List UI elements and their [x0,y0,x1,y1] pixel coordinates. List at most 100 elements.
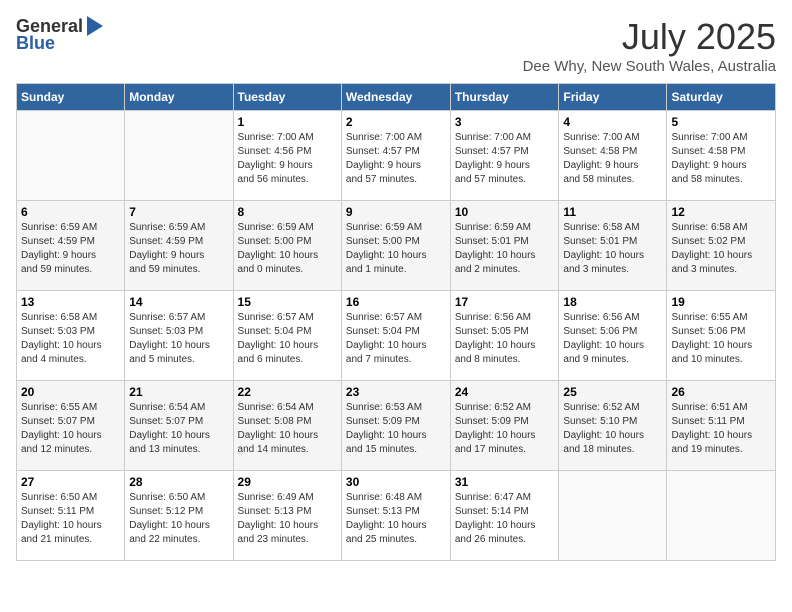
calendar-cell: 25 Sunrise: 6:52 AM Sunset: 5:10 PM Dayli… [559,381,667,471]
calendar-cell: 29Sunrise: 6:49 AM Sunset: 5:13 PM Dayli… [233,471,341,561]
calendar-cell: 27 Sunrise: 6:50 AM Sunset: 5:11 PM Dayli… [17,471,125,561]
calendar-cell: 15 Sunrise: 6:57 AM Sunset: 5:04 PM Dayli… [233,291,341,381]
calendar-cell: 1 Sunrise: 7:00 AM Sunset: 4:56 PM Daylig… [233,111,341,201]
day-info: Sunrise: 6:54 AM Sunset: 5:08 PM Dayligh… [238,401,337,457]
day-number: 2 [346,115,446,129]
calendar-cell: 16 Sunrise: 6:57 AM Sunset: 5:04 PM Dayli… [341,291,450,381]
day-info: Sunrise: 6:57 AM Sunset: 5:04 PM Dayligh… [238,311,337,367]
day-number: 16 [346,295,446,309]
day-info: Sunrise: 6:59 AM Sunset: 4:59 PM Dayligh… [129,221,228,277]
day-info: Sunrise: 7:00 AM Sunset: 4:56 PM Dayligh… [238,131,337,187]
calendar-week-row: 6Sunrise: 6:59 AM Sunset: 4:59 PM Daylig… [17,201,776,291]
day-number: 27 [21,475,120,489]
calendar-cell: 9 Sunrise: 6:59 AM Sunset: 5:00 PM Daylig… [341,201,450,291]
day-number: 9 [346,205,446,219]
day-info: Sunrise: 6:59 AM Sunset: 5:00 PM Dayligh… [238,221,337,277]
day-info: Sunrise: 6:56 AM Sunset: 5:06 PM Dayligh… [563,311,662,367]
day-info: Sunrise: 6:59 AM Sunset: 5:00 PM Dayligh… [346,221,446,277]
calendar-week-row: 27 Sunrise: 6:50 AM Sunset: 5:11 PM Dayli… [17,471,776,561]
day-number: 12 [671,205,771,219]
logo-arrow-icon [87,16,103,36]
weekday-header-saturday: Saturday [667,84,776,111]
day-number: 18 [563,295,662,309]
location-text: Dee Why, New South Wales, Australia [523,58,776,75]
calendar-table: SundayMondayTuesdayWednesdayThursdayFrid… [16,83,776,561]
calendar-cell [125,111,233,201]
day-number: 21 [129,385,228,399]
calendar-cell: 3 Sunrise: 7:00 AM Sunset: 4:57 PM Daylig… [450,111,559,201]
day-info: Sunrise: 6:57 AM Sunset: 5:03 PM Dayligh… [129,311,228,367]
day-number: 31 [455,475,555,489]
calendar-cell [559,471,667,561]
calendar-cell: 20 Sunrise: 6:55 AM Sunset: 5:07 PM Dayli… [17,381,125,471]
day-info: Sunrise: 6:50 AM Sunset: 5:11 PM Dayligh… [21,491,120,547]
day-info: Sunrise: 6:50 AM Sunset: 5:12 PM Dayligh… [129,491,228,547]
calendar-cell [667,471,776,561]
calendar-cell: 28 Sunrise: 6:50 AM Sunset: 5:12 PM Dayli… [125,471,233,561]
day-info: Sunrise: 6:58 AM Sunset: 5:03 PM Dayligh… [21,311,120,367]
calendar-cell: 18 Sunrise: 6:56 AM Sunset: 5:06 PM Dayli… [559,291,667,381]
weekday-header-wednesday: Wednesday [341,84,450,111]
day-info: Sunrise: 6:58 AM Sunset: 5:02 PM Dayligh… [671,221,771,277]
weekday-header-tuesday: Tuesday [233,84,341,111]
calendar-cell: 14Sunrise: 6:57 AM Sunset: 5:03 PM Dayli… [125,291,233,381]
day-info: Sunrise: 6:59 AM Sunset: 5:01 PM Dayligh… [455,221,555,277]
day-info: Sunrise: 6:55 AM Sunset: 5:07 PM Dayligh… [21,401,120,457]
month-title: July 2025 [523,16,776,58]
calendar-cell: 8 Sunrise: 6:59 AM Sunset: 5:00 PM Daylig… [233,201,341,291]
weekday-header-thursday: Thursday [450,84,559,111]
day-info: Sunrise: 6:57 AM Sunset: 5:04 PM Dayligh… [346,311,446,367]
calendar-cell: 17 Sunrise: 6:56 AM Sunset: 5:05 PM Dayli… [450,291,559,381]
day-info: Sunrise: 6:54 AM Sunset: 5:07 PM Dayligh… [129,401,228,457]
title-section: July 2025 Dee Why, New South Wales, Aust… [523,16,776,75]
day-number: 24 [455,385,555,399]
day-number: 13 [21,295,120,309]
day-info: Sunrise: 6:59 AM Sunset: 4:59 PM Dayligh… [21,221,120,277]
calendar-week-row: 1 Sunrise: 7:00 AM Sunset: 4:56 PM Daylig… [17,111,776,201]
day-number: 4 [563,115,662,129]
calendar-cell: 6Sunrise: 6:59 AM Sunset: 4:59 PM Daylig… [17,201,125,291]
day-number: 25 [563,385,662,399]
logo: General Blue [16,16,103,54]
day-number: 30 [346,475,446,489]
logo-blue-text: Blue [16,33,55,54]
day-info: Sunrise: 7:00 AM Sunset: 4:57 PM Dayligh… [346,131,446,187]
calendar-week-row: 20 Sunrise: 6:55 AM Sunset: 5:07 PM Dayli… [17,381,776,471]
day-number: 15 [238,295,337,309]
day-number: 17 [455,295,555,309]
weekday-header-monday: Monday [125,84,233,111]
calendar-cell: 2 Sunrise: 7:00 AM Sunset: 4:57 PM Daylig… [341,111,450,201]
day-number: 19 [671,295,771,309]
day-number: 8 [238,205,337,219]
calendar-cell: 10 Sunrise: 6:59 AM Sunset: 5:01 PM Dayli… [450,201,559,291]
day-number: 22 [238,385,337,399]
calendar-cell: 13 Sunrise: 6:58 AM Sunset: 5:03 PM Dayli… [17,291,125,381]
day-number: 1 [238,115,337,129]
day-info: Sunrise: 6:47 AM Sunset: 5:14 PM Dayligh… [455,491,555,547]
day-number: 3 [455,115,555,129]
calendar-cell: 24Sunrise: 6:52 AM Sunset: 5:09 PM Dayli… [450,381,559,471]
day-info: Sunrise: 6:55 AM Sunset: 5:06 PM Dayligh… [671,311,771,367]
calendar-cell: 5 Sunrise: 7:00 AM Sunset: 4:58 PM Daylig… [667,111,776,201]
day-info: Sunrise: 7:00 AM Sunset: 4:57 PM Dayligh… [455,131,555,187]
calendar-cell: 19 Sunrise: 6:55 AM Sunset: 5:06 PM Dayli… [667,291,776,381]
weekday-header-friday: Friday [559,84,667,111]
calendar-cell: 12 Sunrise: 6:58 AM Sunset: 5:02 PM Dayli… [667,201,776,291]
day-info: Sunrise: 6:52 AM Sunset: 5:10 PM Dayligh… [563,401,662,457]
day-number: 10 [455,205,555,219]
calendar-header-row: SundayMondayTuesdayWednesdayThursdayFrid… [17,84,776,111]
calendar-cell: 26Sunrise: 6:51 AM Sunset: 5:11 PM Dayli… [667,381,776,471]
calendar-week-row: 13 Sunrise: 6:58 AM Sunset: 5:03 PM Dayli… [17,291,776,381]
calendar-cell: 23Sunrise: 6:53 AM Sunset: 5:09 PM Dayli… [341,381,450,471]
day-number: 28 [129,475,228,489]
page-header: General Blue July 2025 Dee Why, New Sout… [16,16,776,75]
day-info: Sunrise: 7:00 AM Sunset: 4:58 PM Dayligh… [671,131,771,187]
day-number: 5 [671,115,771,129]
calendar-cell: 22 Sunrise: 6:54 AM Sunset: 5:08 PM Dayli… [233,381,341,471]
calendar-cell [17,111,125,201]
day-number: 7 [129,205,228,219]
calendar-cell: 11Sunrise: 6:58 AM Sunset: 5:01 PM Dayli… [559,201,667,291]
day-number: 11 [563,205,662,219]
day-info: Sunrise: 6:56 AM Sunset: 5:05 PM Dayligh… [455,311,555,367]
day-number: 20 [21,385,120,399]
